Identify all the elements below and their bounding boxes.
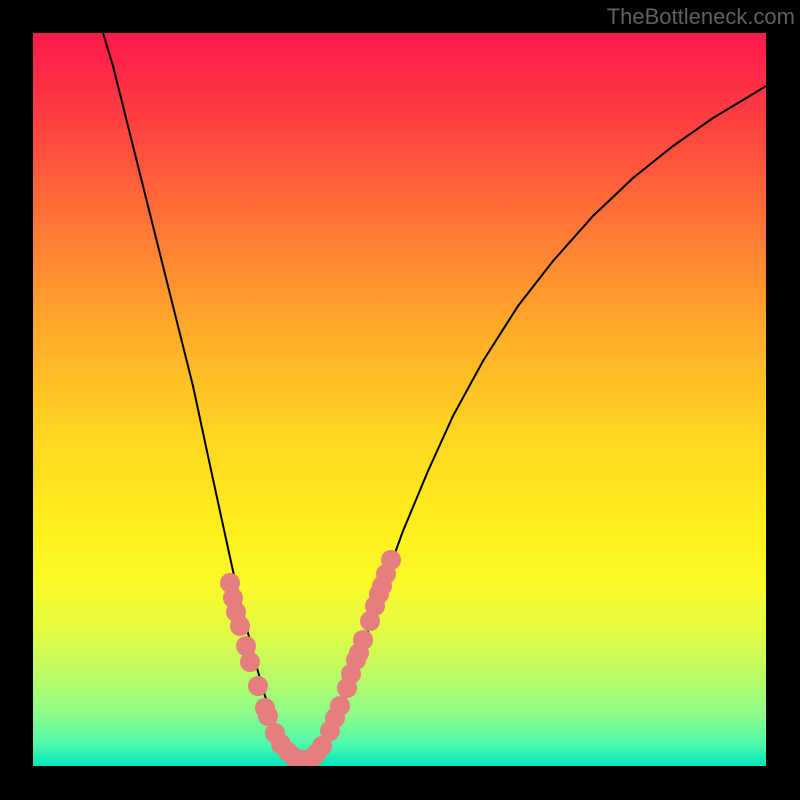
- scatter-point: [330, 696, 350, 716]
- watermark-text: TheBottleneck.com: [607, 4, 795, 30]
- chart-svg: [33, 33, 766, 766]
- scatter-points-group: [220, 550, 401, 766]
- scatter-point: [381, 550, 401, 570]
- scatter-point: [248, 676, 268, 696]
- chart-plot-area: [33, 33, 766, 766]
- scatter-point: [353, 630, 373, 650]
- scatter-point: [230, 616, 250, 636]
- scatter-point: [240, 652, 260, 672]
- bottleneck-curve-line: [103, 33, 766, 760]
